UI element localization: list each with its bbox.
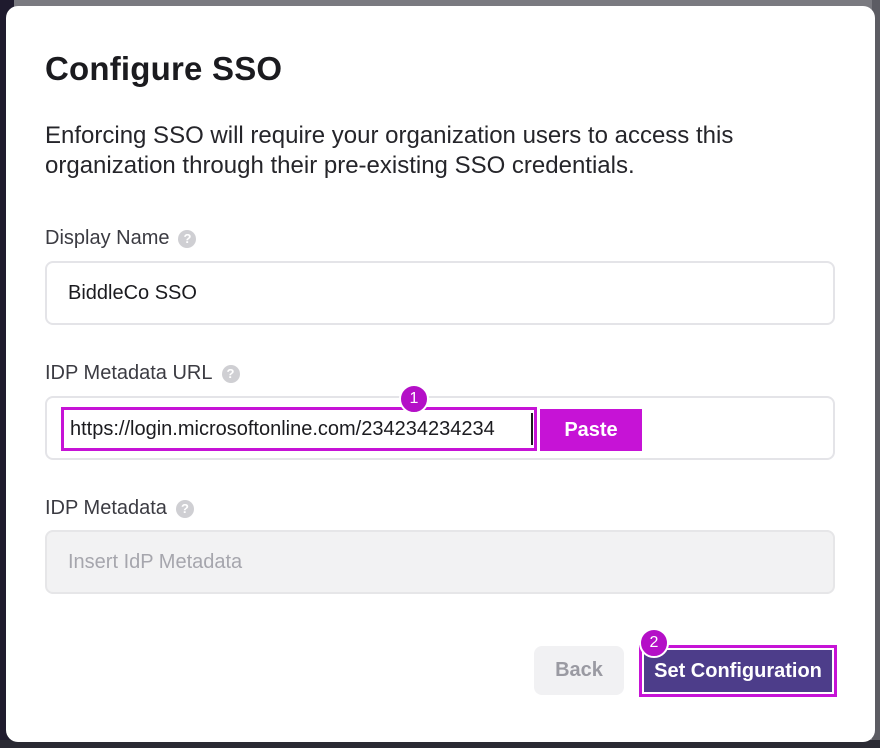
idp-metadata-label-text: IDP Metadata [45, 497, 167, 519]
idp-metadata-placeholder: Insert IdP Metadata [68, 550, 243, 573]
dialog-description: Enforcing SSO will require your organiza… [45, 122, 734, 179]
dialog-title: Configure SSO [45, 50, 283, 87]
set-configuration-highlight[interactable]: Set Configuration [639, 645, 837, 697]
display-name-value: BiddleCo SSO [68, 281, 197, 304]
help-icon[interactable]: ? [178, 229, 197, 248]
idp-metadata-label: IDP Metadata ? [45, 497, 194, 520]
url-input-highlight[interactable]: https://login.microsoftonline.com/234234… [61, 407, 537, 451]
help-icon[interactable]: ? [221, 364, 240, 383]
display-name-label-text: Display Name [45, 227, 170, 249]
step-badge-1: 1 [399, 384, 429, 414]
idp-metadata-url-value: https://login.microsoftonline.com/234234… [70, 417, 495, 440]
idp-metadata-input[interactable]: Insert IdP Metadata [45, 530, 835, 594]
display-name-input[interactable]: BiddleCo SSO [45, 261, 835, 325]
display-name-label: Display Name ? [45, 227, 197, 250]
step-badge-2: 2 [639, 628, 669, 658]
help-icon[interactable]: ? [175, 499, 194, 518]
idp-metadata-url-input[interactable]: https://login.microsoftonline.com/234234… [45, 396, 835, 460]
back-button[interactable]: Back [534, 646, 624, 695]
idp-metadata-url-label: IDP Metadata URL ? [45, 362, 240, 385]
text-caret [531, 413, 533, 445]
configure-sso-dialog: Configure SSO Enforcing SSO will require… [6, 6, 875, 742]
set-configuration-button[interactable]: Set Configuration [644, 650, 832, 692]
paste-button[interactable]: Paste [540, 409, 642, 451]
idp-metadata-url-label-text: IDP Metadata URL [45, 362, 213, 384]
